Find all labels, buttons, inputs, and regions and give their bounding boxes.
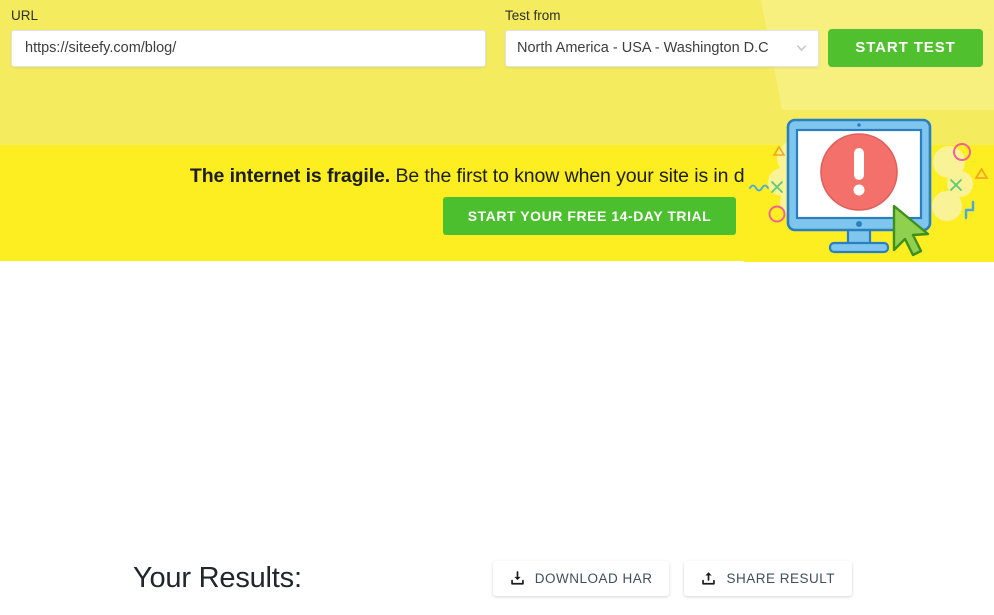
testfrom-field-group: Test from North America - USA - Washingt… (505, 7, 819, 67)
url-input[interactable] (11, 30, 486, 67)
free-trial-button[interactable]: START YOUR FREE 14-DAY TRIAL (443, 197, 736, 235)
page-root: URL Test from North America - USA - Wash… (0, 0, 994, 615)
testfrom-selected-value: North America - USA - Washington D.C (517, 40, 769, 56)
url-field-group: URL (11, 7, 486, 67)
test-form: URL Test from North America - USA - Wash… (11, 7, 983, 67)
upload-icon (701, 571, 716, 586)
promo-headline-bold: The internet is fragile. (190, 165, 390, 187)
results-actions: DOWNLOAD HAR SHARE RESULT (493, 561, 852, 596)
testfrom-select-wrap: North America - USA - Washington D.C (505, 30, 819, 67)
download-har-button[interactable]: DOWNLOAD HAR (493, 561, 670, 596)
share-result-button[interactable]: SHARE RESULT (684, 561, 852, 596)
download-har-label: DOWNLOAD HAR (535, 571, 653, 586)
testfrom-label: Test from (505, 7, 819, 25)
start-test-button[interactable]: START TEST (828, 29, 983, 67)
url-label: URL (11, 7, 486, 25)
testfrom-select[interactable]: North America - USA - Washington D.C (505, 30, 819, 67)
results-header: Your Results: DOWNLOAD HAR (133, 561, 852, 596)
search-toolbar: URL Test from North America - USA - Wash… (0, 0, 994, 145)
download-icon (510, 571, 525, 586)
share-result-label: SHARE RESULT (726, 571, 835, 586)
promo-headline-rest: Be the first to know when your site is i… (390, 165, 798, 187)
promo-text: The internet is fragile. Be the first to… (0, 165, 994, 188)
page-title: Your Results: (133, 562, 302, 595)
